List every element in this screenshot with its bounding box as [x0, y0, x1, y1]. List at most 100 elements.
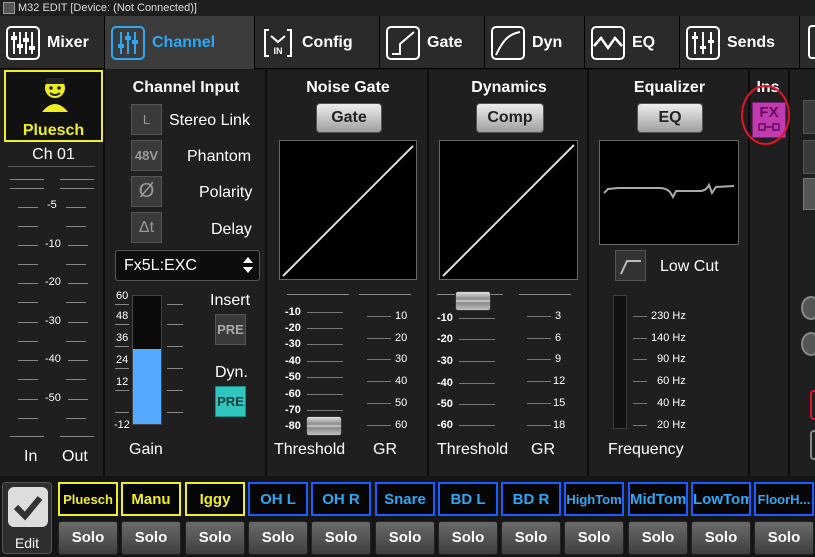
dyn-pre-button[interactable]: PRE — [215, 386, 246, 417]
tab-sends[interactable]: Sends — [680, 16, 800, 69]
channel-select-button[interactable]: MidTom — [628, 482, 688, 516]
dyn-gr-tick: 15 — [553, 397, 566, 409]
gate-gr-label: GR — [373, 441, 397, 458]
channel-select-button[interactable]: HighTom — [564, 482, 624, 516]
gain-label: Gain — [129, 441, 163, 458]
solo-button[interactable]: Solo — [438, 521, 498, 555]
main-tab-bar: Mixer Channel IN Config Gate Dyn EQ Send… — [0, 16, 815, 69]
solo-button[interactable]: Solo — [501, 521, 561, 555]
sends-icon — [685, 25, 721, 61]
equalizer-title: Equalizer — [633, 79, 706, 96]
solo-button[interactable]: Solo — [375, 521, 435, 555]
comp-curve-graph[interactable] — [439, 140, 578, 280]
title-bar: M32 EDIT [Device: (Not Connected)] — [0, 0, 815, 16]
channel-select-button[interactable]: Snare — [375, 482, 435, 516]
gate-curve-graph[interactable] — [279, 140, 417, 280]
eq-curve-graph[interactable] — [599, 140, 739, 245]
channel-select-button[interactable]: OH L — [248, 482, 308, 516]
solo-button[interactable]: Solo — [185, 521, 245, 555]
freq-tick-label: 60 Hz — [657, 375, 686, 387]
partial-button[interactable] — [803, 100, 815, 134]
gain-tick-label: 24 — [116, 354, 129, 366]
comp-button[interactable]: Comp — [476, 103, 544, 133]
polarity-label: Polarity — [199, 184, 253, 201]
channel-input-panel: Channel Input L Stereo Link 48V Phantom … — [105, 70, 267, 476]
tab-mixer[interactable]: Mixer — [0, 16, 105, 69]
low-cut-label: Low Cut — [660, 258, 719, 275]
gate-threshold-tick: -40 — [285, 355, 301, 367]
partial-button[interactable] — [803, 140, 815, 174]
meter-tick-label: -10 — [45, 238, 61, 250]
channel-select-button[interactable]: BD R — [501, 482, 561, 516]
tab-dyn[interactable]: Dyn — [485, 16, 585, 69]
solo-button[interactable]: Solo — [691, 521, 751, 555]
dyn-threshold-tick: -20 — [437, 333, 453, 345]
channel-select-button[interactable]: Iggy — [185, 482, 245, 516]
gate-threshold-fader[interactable] — [306, 416, 342, 436]
tab-mixer-label: Mixer — [47, 33, 89, 51]
channel-input-title: Channel Input — [132, 79, 240, 96]
dyn-gr-tick: 18 — [553, 419, 566, 431]
meter-tick-label: -30 — [45, 315, 61, 327]
dyn-threshold-tick: -50 — [437, 398, 453, 410]
solo-button[interactable]: Solo — [754, 521, 814, 555]
window-title: M32 EDIT [Device: (Not Connected)] — [18, 2, 197, 14]
low-cut-button[interactable] — [615, 250, 646, 281]
gain-tick-label: -12 — [114, 419, 130, 431]
solo-button[interactable]: Solo — [121, 521, 181, 555]
gate-threshold-tick: -80 — [285, 420, 301, 432]
solo-button[interactable]: Solo — [58, 521, 118, 555]
solo-button[interactable]: Solo — [564, 521, 624, 555]
delay-button[interactable]: Δt — [131, 212, 162, 243]
insert-label: Insert — [210, 292, 251, 309]
channel-select-button[interactable]: Pluesch — [58, 482, 118, 516]
channel-select-button[interactable]: FloorH... — [754, 482, 814, 516]
tab-sends-label: Sends — [727, 33, 776, 51]
insert-panel: Ins FX — [741, 70, 790, 476]
phantom-button[interactable]: 48V — [131, 140, 162, 171]
dyn-threshold-fader[interactable] — [455, 291, 491, 311]
select-arrows-icon — [242, 254, 254, 281]
app-icon — [3, 2, 15, 14]
phantom-label: Phantom — [187, 148, 252, 165]
tab-more[interactable] — [800, 16, 815, 69]
gate-icon — [385, 25, 421, 61]
tab-channel[interactable]: Channel — [105, 16, 255, 69]
gate-gr-tick: 60 — [395, 419, 408, 431]
tab-gate[interactable]: Gate — [380, 16, 485, 69]
low-cut-frequency-fader[interactable] — [613, 295, 627, 429]
source-select-value: Fx5L:EXC — [124, 257, 197, 274]
solo-button[interactable]: Solo — [311, 521, 371, 555]
freq-tick-label: 90 Hz — [657, 353, 686, 365]
freq-tick-label: 230 Hz — [651, 310, 686, 322]
solo-button[interactable]: Solo — [628, 521, 688, 555]
dyn-threshold-tick: -40 — [437, 377, 453, 389]
freq-tick-label: 20 Hz — [657, 419, 686, 431]
partial-button[interactable] — [803, 178, 815, 210]
partial-button[interactable] — [810, 430, 815, 460]
channel-icon — [110, 25, 146, 61]
channel-select-button[interactable]: BD L — [438, 482, 498, 516]
tab-eq[interactable]: EQ — [585, 16, 680, 69]
gain-meter[interactable] — [132, 295, 162, 425]
channel-select-button[interactable]: LowTom — [691, 482, 751, 516]
tab-config[interactable]: IN Config — [255, 16, 380, 69]
channel-name-box[interactable]: Pluesch — [4, 70, 103, 142]
partial-knob[interactable] — [801, 332, 815, 356]
edit-button[interactable]: Edit — [2, 482, 52, 554]
eq-button[interactable]: EQ — [637, 103, 703, 133]
polarity-button[interactable]: Ø — [131, 176, 162, 207]
stereo-link-button[interactable]: L — [131, 104, 162, 135]
dyn-gr-tick: 3 — [555, 310, 562, 322]
partial-knob[interactable] — [801, 296, 815, 320]
source-select[interactable]: Fx5L:EXC — [115, 250, 260, 281]
channel-select-button[interactable]: OH R — [311, 482, 371, 516]
highlight-circle-annotation — [741, 85, 790, 145]
solo-button[interactable]: Solo — [248, 521, 308, 555]
dyn-threshold-tick: -30 — [437, 355, 453, 367]
gate-threshold-tick: -50 — [285, 371, 301, 383]
meter-tick-label: -20 — [45, 276, 61, 288]
insert-pre-button[interactable]: PRE — [215, 314, 246, 345]
gate-button[interactable]: Gate — [316, 103, 382, 133]
channel-select-button[interactable]: Manu — [121, 482, 181, 516]
